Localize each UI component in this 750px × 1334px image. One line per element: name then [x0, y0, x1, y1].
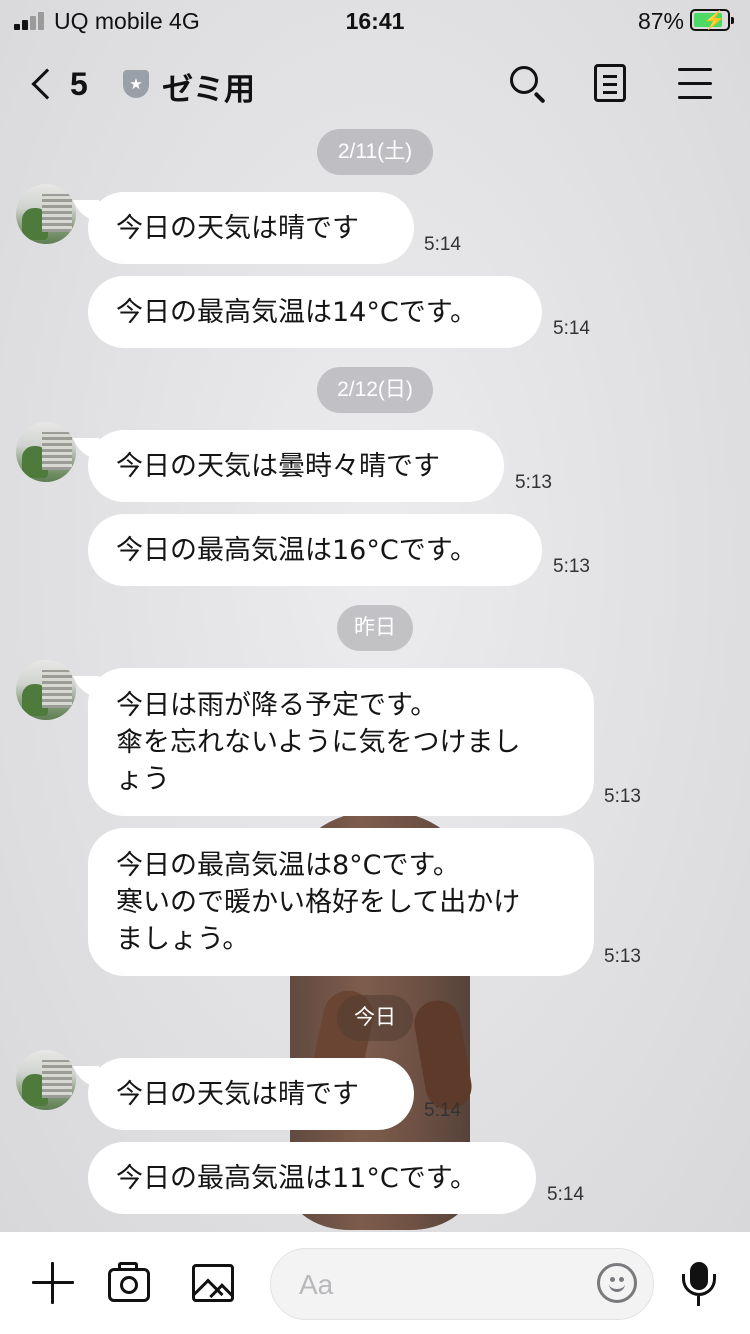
- camera-button[interactable]: [106, 1260, 152, 1306]
- message-bubble[interactable]: 今日の天気は曇時々晴です: [88, 430, 504, 502]
- avatar[interactable]: [16, 660, 76, 720]
- message-input-box[interactable]: [270, 1248, 654, 1320]
- message-list[interactable]: 2/11(土) 今日の天気は晴です 5:14 今日の最高気温は14°Cです。 5…: [0, 0, 750, 1232]
- message-time: 5:13: [553, 556, 590, 577]
- message-time: 5:14: [424, 1100, 461, 1121]
- date-separator: 2/12(日): [317, 367, 433, 413]
- message-text: 今日の最高気温は8°Cです。 寒いので暖かい格好をして出かけ ましょう。: [116, 849, 521, 955]
- message-text: 今日の最高気温は14°Cです。: [116, 296, 478, 328]
- image-button[interactable]: [190, 1260, 236, 1306]
- message-time: 5:14: [547, 1184, 584, 1205]
- message-bubble[interactable]: 今日の最高気温は8°Cです。 寒いので暖かい格好をして出かけ ましょう。: [88, 828, 594, 976]
- message-time: 5:13: [604, 946, 641, 967]
- message-bubble[interactable]: 今日の最高気温は11°Cです。: [88, 1142, 536, 1214]
- message-time: 5:13: [515, 472, 552, 493]
- message-bubble[interactable]: 今日は雨が降る予定です。 傘を忘れないように気をつけまし ょう: [88, 668, 594, 816]
- message-text: 今日の天気は曇時々晴です: [116, 450, 440, 482]
- message-time: 5:14: [424, 234, 461, 255]
- message-bubble[interactable]: 今日の天気は晴です: [88, 1058, 414, 1130]
- message-time: 5:13: [604, 786, 641, 807]
- message-bubble[interactable]: 今日の天気は晴です: [88, 192, 414, 264]
- avatar[interactable]: [16, 184, 76, 244]
- message-text: 今日の天気は晴です: [116, 1078, 359, 1110]
- message-text: 今日は雨が降る予定です。 傘を忘れないように気をつけまし ょう: [116, 689, 521, 795]
- plus-button[interactable]: [30, 1260, 76, 1306]
- date-separator: 2/11(土): [317, 129, 433, 175]
- message-text: 今日の天気は晴です: [116, 212, 359, 244]
- message-time: 5:14: [553, 318, 590, 339]
- message-bubble[interactable]: 今日の最高気温は14°Cです。: [88, 276, 542, 348]
- date-separator: 昨日: [337, 605, 413, 651]
- message-input[interactable]: [299, 1265, 579, 1305]
- message-text: 今日の最高気温は16°Cです。: [116, 534, 478, 566]
- avatar[interactable]: [16, 422, 76, 482]
- smile-icon[interactable]: [597, 1263, 637, 1303]
- date-separator: 今日: [337, 995, 413, 1041]
- image-icon: [192, 1264, 234, 1302]
- avatar[interactable]: [16, 1050, 76, 1110]
- message-text: 今日の最高気温は11°Cです。: [116, 1162, 478, 1194]
- microphone-button[interactable]: [676, 1260, 722, 1306]
- message-bubble[interactable]: 今日の最高気温は16°Cです。: [88, 514, 542, 586]
- composer-bar: [0, 1232, 750, 1334]
